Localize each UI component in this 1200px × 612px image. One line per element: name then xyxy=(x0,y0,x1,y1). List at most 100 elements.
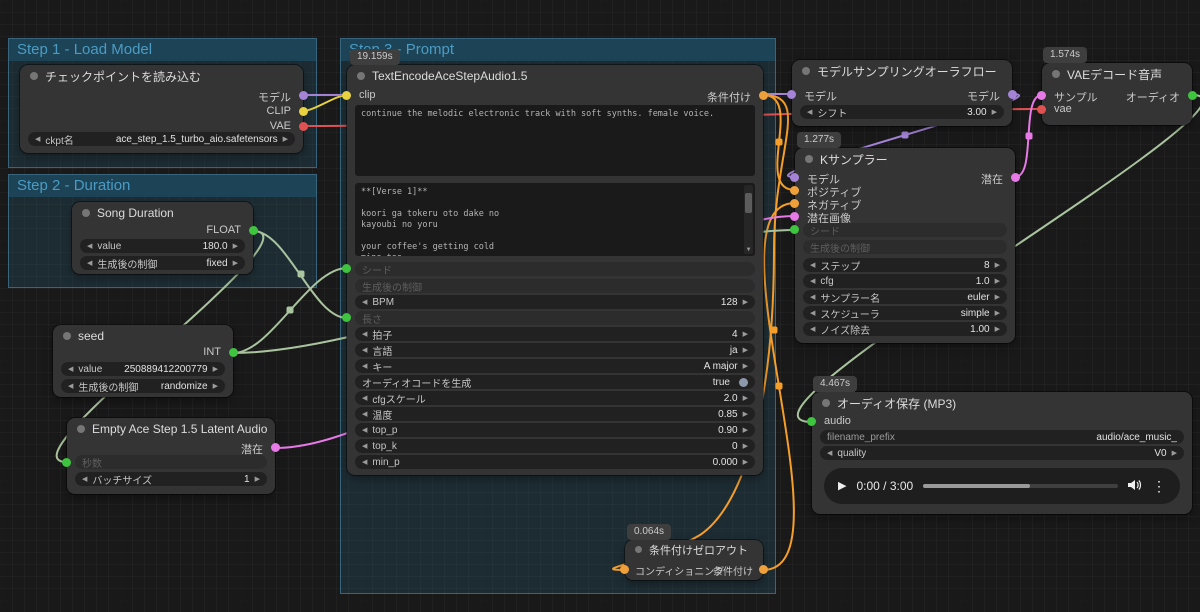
widget-generate-audio-codes[interactable]: オーディオコードを生成 true xyxy=(355,375,755,389)
output-port-clip[interactable] xyxy=(299,107,308,116)
output-port-conditioning[interactable] xyxy=(759,565,768,574)
input-port-seed[interactable] xyxy=(790,225,799,234)
node-collapse-dot[interactable] xyxy=(63,332,71,340)
node-empty-latent-audio[interactable]: Empty Ace Step 1.5 Latent Audio 潜在 秒数 ◀ … xyxy=(67,418,275,494)
input-port-vae[interactable] xyxy=(1037,105,1046,114)
widget-seconds[interactable]: 秒数 xyxy=(75,455,267,469)
decrement-arrow-icon[interactable]: ◀ xyxy=(82,476,87,483)
widget-control-after-generate[interactable]: ◀ 生成後の制御 randomize ▶ xyxy=(61,379,225,393)
toggle-icon[interactable] xyxy=(739,378,748,387)
decrement-arrow-icon[interactable]: ◀ xyxy=(362,363,367,370)
node-model-sampling-auraflow[interactable]: モデルサンプリングオーラフロー モデル モデル ◀ シフト 3.00 ▶ xyxy=(792,60,1012,126)
input-port-model[interactable] xyxy=(787,90,796,99)
decrement-arrow-icon[interactable]: ◀ xyxy=(362,331,367,338)
input-port-seconds[interactable] xyxy=(62,458,71,467)
widget-cfg[interactable]: ◀ cfg 1.0 ▶ xyxy=(803,274,1007,288)
input-port-samples[interactable] xyxy=(1037,91,1046,100)
decrement-arrow-icon[interactable]: ◀ xyxy=(810,294,815,301)
decrement-arrow-icon[interactable]: ◀ xyxy=(362,443,367,450)
decrement-arrow-icon[interactable]: ◀ xyxy=(810,262,815,269)
increment-arrow-icon[interactable]: ▶ xyxy=(743,459,748,466)
node-collapse-dot[interactable] xyxy=(802,67,810,75)
output-port-model[interactable] xyxy=(299,91,308,100)
output-port-model[interactable] xyxy=(1008,90,1017,99)
input-port-clip[interactable] xyxy=(342,91,351,100)
widget-shift[interactable]: ◀ シフト 3.00 ▶ xyxy=(800,105,1004,119)
increment-arrow-icon[interactable]: ▶ xyxy=(233,260,238,267)
increment-arrow-icon[interactable]: ▶ xyxy=(995,278,1000,285)
decrement-arrow-icon[interactable]: ◀ xyxy=(362,459,367,466)
increment-arrow-icon[interactable]: ▶ xyxy=(995,310,1000,317)
increment-arrow-icon[interactable]: ▶ xyxy=(995,294,1000,301)
widget-seed[interactable]: シード xyxy=(803,223,1007,237)
increment-arrow-icon[interactable]: ▶ xyxy=(213,366,218,373)
increment-arrow-icon[interactable]: ▶ xyxy=(743,427,748,434)
widget-temperature[interactable]: ◀ 温度 0.85 ▶ xyxy=(355,407,755,421)
decrement-arrow-icon[interactable]: ◀ xyxy=(827,450,832,457)
play-icon[interactable]: ▶ xyxy=(838,481,846,492)
scrollbar-thumb[interactable] xyxy=(745,193,752,213)
increment-arrow-icon[interactable]: ▶ xyxy=(743,411,748,418)
decrement-arrow-icon[interactable]: ◀ xyxy=(87,243,92,250)
widget-quality[interactable]: ◀ quality V0 ▶ xyxy=(820,446,1184,460)
increment-arrow-icon[interactable]: ▶ xyxy=(743,347,748,354)
increment-arrow-icon[interactable]: ▶ xyxy=(992,109,997,116)
volume-icon[interactable] xyxy=(1128,479,1142,494)
widget-language[interactable]: ◀ 言語 ja ▶ xyxy=(355,343,755,357)
node-song-duration[interactable]: Song Duration FLOAT ◀ value 180.0 ▶ ◀ 生成… xyxy=(72,202,253,274)
decrement-arrow-icon[interactable]: ◀ xyxy=(362,347,367,354)
node-seed[interactable]: seed INT ◀ value 250889412200779 ▶ ◀ 生成後… xyxy=(53,325,233,397)
increment-arrow-icon[interactable]: ▶ xyxy=(1172,450,1177,457)
node-collapse-dot[interactable] xyxy=(822,399,830,407)
widget-time-signature[interactable]: ◀ 拍子 4 ▶ xyxy=(355,327,755,341)
increment-arrow-icon[interactable]: ▶ xyxy=(283,136,288,143)
increment-arrow-icon[interactable]: ▶ xyxy=(995,326,1000,333)
widget-length[interactable]: 長さ xyxy=(355,311,755,325)
decrement-arrow-icon[interactable]: ◀ xyxy=(68,383,73,390)
widget-min-p[interactable]: ◀ min_p 0.000 ▶ xyxy=(355,455,755,469)
lyrics-textarea[interactable]: **[Verse 1]** koori ga tokeru oto dake n… xyxy=(355,183,755,256)
output-port-vae[interactable] xyxy=(299,122,308,131)
input-port-conditioning[interactable] xyxy=(620,565,629,574)
increment-arrow-icon[interactable]: ▶ xyxy=(743,331,748,338)
output-port-audio[interactable] xyxy=(1188,91,1197,100)
decrement-arrow-icon[interactable]: ◀ xyxy=(362,395,367,402)
widget-key[interactable]: ◀ キー A major ▶ xyxy=(355,359,755,373)
input-port-positive[interactable] xyxy=(790,186,799,195)
output-port-float[interactable] xyxy=(249,226,258,235)
increment-arrow-icon[interactable]: ▶ xyxy=(743,395,748,402)
widget-batch-size[interactable]: ◀ バッチサイズ 1 ▶ xyxy=(75,472,267,486)
prompt-textarea[interactable]: continue the melodic electronic track wi… xyxy=(355,105,755,176)
decrement-arrow-icon[interactable]: ◀ xyxy=(362,427,367,434)
node-collapse-dot[interactable] xyxy=(357,72,365,80)
node-collapse-dot[interactable] xyxy=(77,425,85,433)
input-port-negative[interactable] xyxy=(790,199,799,208)
node-save-audio-mp3[interactable]: オーディオ保存 (MP3) audio filename_prefix audi… xyxy=(812,392,1192,514)
increment-arrow-icon[interactable]: ▶ xyxy=(743,299,748,306)
audio-progress-bar[interactable] xyxy=(923,484,1118,488)
input-port-latent-image[interactable] xyxy=(790,212,799,221)
scrollbar[interactable]: ▼ xyxy=(744,185,753,254)
increment-arrow-icon[interactable]: ▶ xyxy=(213,383,218,390)
increment-arrow-icon[interactable]: ▶ xyxy=(995,262,1000,269)
node-collapse-dot[interactable] xyxy=(82,209,90,217)
node-collapse-dot[interactable] xyxy=(635,546,642,553)
widget-cfg-scale[interactable]: ◀ cfgスケール 2.0 ▶ xyxy=(355,391,755,405)
decrement-arrow-icon[interactable]: ◀ xyxy=(87,260,92,267)
node-ksampler[interactable]: Kサンプラー モデル ポジティブ ネガティブ 潜在画像 潜在 シード 生成後の制… xyxy=(795,148,1015,343)
input-port-seed[interactable] xyxy=(342,264,351,273)
output-port-latent[interactable] xyxy=(1011,173,1020,182)
widget-seed[interactable]: シード xyxy=(355,262,755,276)
increment-arrow-icon[interactable]: ▶ xyxy=(743,363,748,370)
decrement-arrow-icon[interactable]: ◀ xyxy=(810,310,815,317)
output-port-conditioning[interactable] xyxy=(759,91,768,100)
decrement-arrow-icon[interactable]: ◀ xyxy=(807,109,812,116)
increment-arrow-icon[interactable]: ▶ xyxy=(743,443,748,450)
node-conditioning-zero-out[interactable]: 条件付けゼロアウト コンディショニング 条件付け xyxy=(625,540,763,580)
widget-value[interactable]: ◀ value 180.0 ▶ xyxy=(80,239,245,253)
scroll-down-icon[interactable]: ▼ xyxy=(744,246,753,254)
output-port-latent[interactable] xyxy=(271,443,280,452)
decrement-arrow-icon[interactable]: ◀ xyxy=(810,278,815,285)
kebab-menu-icon[interactable]: ⋮ xyxy=(1152,479,1166,493)
input-port-audio[interactable] xyxy=(807,417,816,426)
